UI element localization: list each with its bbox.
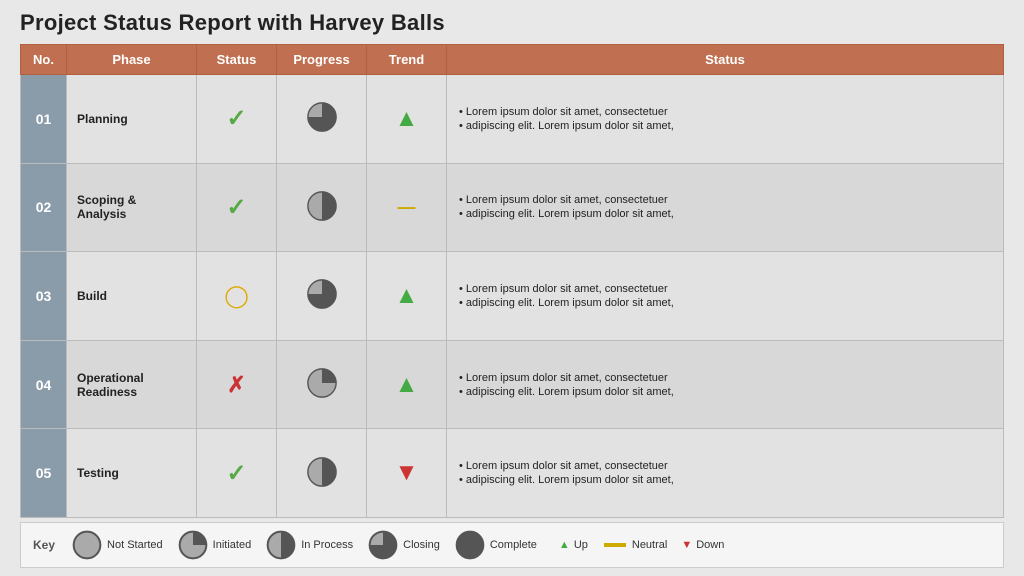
table-row: 03 Build ◯ ▲ Lorem ipsum dolor sit amet,… [21,252,1004,341]
row-desc2: adipiscing elit. Lorem ipsum dolor sit a… [459,120,991,132]
col-header-progress: Progress [277,45,367,75]
key-down-icon: ▼ [681,539,692,551]
cross-icon: ✗ [227,372,245,397]
row-desc2: adipiscing elit. Lorem ipsum dolor sit a… [459,386,991,398]
row-phase: OperationalReadiness [67,340,197,429]
trend-up-icon: ▲ [395,282,419,309]
key-neutral-icon [604,543,626,547]
row-progress [277,252,367,341]
row-desc2: adipiscing elit. Lorem ipsum dolor sit a… [459,474,991,486]
page-title: Project Status Report with Harvey Balls [20,10,1004,36]
row-trend: ▲ [367,75,447,164]
row-progress [277,163,367,252]
key-harvey-item: In Process [265,529,353,561]
row-status: ◯ [197,252,277,341]
row-no: 02 [21,163,67,252]
row-trend: ▲ [367,340,447,429]
row-status: ✓ [197,429,277,518]
row-desc1: Lorem ipsum dolor sit amet, consectetuer [459,460,991,472]
col-header-no: No. [21,45,67,75]
row-phase: Build [67,252,197,341]
check-icon: ✓ [226,105,246,132]
row-desc1: Lorem ipsum dolor sit amet, consectetuer [459,194,991,206]
key-up-icon: ▲ [559,539,570,551]
table-row: 02 Scoping &Analysis ✓ — Lorem ipsum dol… [21,163,1004,252]
key-harvey-item: Not Started [71,529,163,561]
trend-neutral-icon: — [398,197,416,217]
row-trend: ▲ [367,252,447,341]
row-status-desc: Lorem ipsum dolor sit amet, consectetuer… [447,252,1004,341]
row-no: 05 [21,429,67,518]
col-header-trend: Trend [367,45,447,75]
row-phase: Planning [67,75,197,164]
row-desc2: adipiscing elit. Lorem ipsum dolor sit a… [459,208,991,220]
row-desc1: Lorem ipsum dolor sit amet, consectetuer [459,372,991,384]
col-header-status-desc: Status [447,45,1004,75]
row-desc1: Lorem ipsum dolor sit amet, consectetuer [459,106,991,118]
table-container: No. Phase Status Progress Trend Status 0… [20,44,1004,518]
key-item-label: Closing [403,539,440,551]
table-row: 04 OperationalReadiness ✗ ▲ Lorem ipsum … [21,340,1004,429]
key-trend-label: Neutral [632,539,667,551]
row-progress [277,340,367,429]
key-harvey-item: Initiated [177,529,252,561]
table-row: 05 Testing ✓ ▼ Lorem ipsum dolor sit ame… [21,429,1004,518]
key-label: Key [33,538,55,552]
row-phase: Testing [67,429,197,518]
key-item-label: Initiated [213,539,252,551]
col-header-status: Status [197,45,277,75]
key-trend-label: Down [696,539,724,551]
key-trend-item: Neutral [602,539,667,551]
row-status-desc: Lorem ipsum dolor sit amet, consectetuer… [447,340,1004,429]
row-phase: Scoping &Analysis [67,163,197,252]
key-trend-item: ▼ Down [681,539,724,551]
row-status: ✓ [197,75,277,164]
key-harvey-item: Complete [454,529,537,561]
row-status: ✗ [197,340,277,429]
row-desc1: Lorem ipsum dolor sit amet, consectetuer [459,283,991,295]
row-no: 01 [21,75,67,164]
row-progress [277,75,367,164]
key-item-label: Complete [490,539,537,551]
row-progress [277,429,367,518]
col-header-phase: Phase [67,45,197,75]
key-trend-item: ▲ Up [559,539,588,551]
row-status-desc: Lorem ipsum dolor sit amet, consectetuer… [447,75,1004,164]
check-icon: ✓ [226,460,246,487]
row-no: 03 [21,252,67,341]
status-table: No. Phase Status Progress Trend Status 0… [20,44,1004,518]
row-desc2: adipiscing elit. Lorem ipsum dolor sit a… [459,297,991,309]
row-status-desc: Lorem ipsum dolor sit amet, consectetuer… [447,163,1004,252]
row-trend: ▼ [367,429,447,518]
circle-yellow-icon: ◯ [224,283,249,308]
table-row: 01 Planning ✓ ▲ Lorem ipsum dolor sit am… [21,75,1004,164]
row-no: 04 [21,340,67,429]
key-item-label: In Process [301,539,353,551]
trend-up-icon: ▲ [395,105,419,132]
key-harvey-item: Closing [367,529,440,561]
row-status-desc: Lorem ipsum dolor sit amet, consectetuer… [447,429,1004,518]
key-section: Key Not Started Initiated In Process Clo… [20,522,1004,568]
key-trend-label: Up [574,539,588,551]
row-trend: — [367,163,447,252]
trend-up-icon: ▲ [395,371,419,398]
check-icon: ✓ [226,194,246,221]
key-item-label: Not Started [107,539,163,551]
row-status: ✓ [197,163,277,252]
trend-down-icon: ▼ [395,459,419,486]
